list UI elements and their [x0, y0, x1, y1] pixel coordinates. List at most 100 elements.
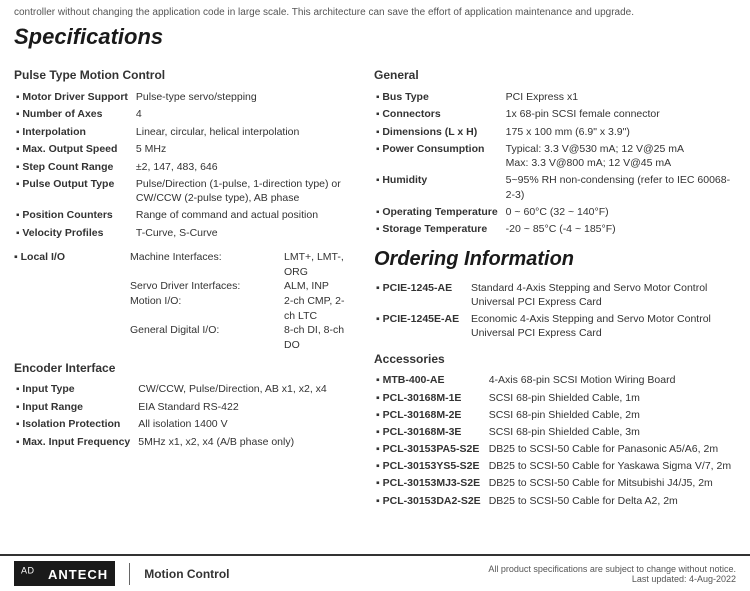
spec-value: Pulse-type servo/stepping — [134, 88, 354, 106]
encoder-spec-row: Max. Input Frequency5MHz x1, x2, x4 (A/B… — [14, 433, 354, 451]
spec-value: -20 ~ 85°C (-4 ~ 185°F) — [504, 221, 736, 239]
spec-label: Power Consumption — [374, 141, 504, 172]
accessory-label: PCL-30168M-3E — [374, 423, 487, 440]
spec-value: 4 — [134, 106, 354, 124]
spec-value: 5 MHz — [134, 141, 354, 159]
encoder-spec-row: Input TypeCW/CCW, Pulse/Direction, AB x1… — [14, 381, 354, 399]
encoder-spec-row: Input RangeEIA Standard RS-422 — [14, 398, 354, 416]
accessory-row: PCL-30168M-2ESCSI 68-pin Shielded Cable,… — [374, 406, 736, 423]
spec-value: 0 ~ 60°C (32 ~ 140°F) — [504, 203, 736, 221]
spec-label: Operating Temperature — [374, 203, 504, 221]
ordering-label: PCIE-1245-AE — [374, 279, 469, 310]
spec-label: Humidity — [374, 172, 504, 203]
general-spec-row: Bus TypePCI Express x1 — [374, 88, 736, 106]
spec-value: Range of command and actual position — [134, 207, 354, 225]
local-io-general: General Digital I/O: 8-ch DI, 8-ch DO — [130, 323, 354, 352]
accessory-value: SCSI 68-pin Shielded Cable, 2m — [487, 406, 736, 423]
footer-date: Last updated: 4-Aug-2022 — [632, 574, 736, 584]
general-spec-row: Power ConsumptionTypical: 3.3 V@530 mA; … — [374, 141, 736, 172]
accessory-value: DB25 to SCSI-50 Cable for Panasonic A5/A… — [487, 441, 736, 458]
accessory-row: PCL-30153YS5-S2EDB25 to SCSI-50 Cable fo… — [374, 458, 736, 475]
pulse-spec-row: Velocity ProfilesT-Curve, S-Curve — [14, 224, 354, 242]
specifications-title: Specifications — [14, 24, 736, 50]
footer-section-label: Motion Control — [144, 567, 229, 581]
spec-value: PCI Express x1 — [504, 88, 736, 106]
pulse-spec-row: Motor Driver SupportPulse-type servo/ste… — [14, 88, 354, 106]
spec-label: Max. Input Frequency — [14, 433, 136, 451]
accessory-label: PCL-30153DA2-S2E — [374, 492, 487, 509]
accessory-row: PCL-30153DA2-S2EDB25 to SCSI-50 Cable fo… — [374, 492, 736, 509]
accessory-row: PCL-30168M-1ESCSI 68-pin Shielded Cable,… — [374, 389, 736, 406]
spec-value: CW/CCW, Pulse/Direction, AB x1, x2, x4 — [136, 381, 354, 399]
general-section-heading: General — [374, 68, 736, 82]
encoder-spec-table: Input TypeCW/CCW, Pulse/Direction, AB x1… — [14, 381, 354, 451]
spec-label: Number of Axes — [14, 106, 134, 124]
accessory-row: PCL-30153PA5-S2EDB25 to SCSI-50 Cable fo… — [374, 441, 736, 458]
encoder-section-heading: Encoder Interface — [14, 361, 354, 375]
spec-value: 175 x 100 mm (6.9" x 3.9") — [504, 123, 736, 141]
accessories-table: MTB-400-AE4-Axis 68-pin SCSI Motion Wiri… — [374, 372, 736, 509]
general-spec-row: Dimensions (L x H)175 x 100 mm (6.9" x 3… — [374, 123, 736, 141]
left-column: Pulse Type Motion Control Motor Driver S… — [14, 60, 354, 509]
spec-value: 1x 68-pin SCSI female connector — [504, 106, 736, 124]
footer-notice: All product specifications are subject t… — [488, 564, 736, 574]
accessory-row: PCL-30168M-3ESCSI 68-pin Shielded Cable,… — [374, 423, 736, 440]
ordering-title: Ordering Information — [374, 248, 736, 271]
accessory-label: PCL-30153YS5-S2E — [374, 458, 487, 475]
accessory-value: SCSI 68-pin Shielded Cable, 1m — [487, 389, 736, 406]
spec-label: Motor Driver Support — [14, 88, 134, 106]
spec-label: Dimensions (L x H) — [374, 123, 504, 141]
pulse-spec-row: InterpolationLinear, circular, helical i… — [14, 123, 354, 141]
spec-label: Bus Type — [374, 88, 504, 106]
spec-value: Typical: 3.3 V@530 mA; 12 V@25 mAMax: 3.… — [504, 141, 736, 172]
local-io-block: ▪ Local I/O Machine Interfaces: LMT+, LM… — [14, 250, 354, 353]
pulse-spec-row: Step Count Range±2, 147, 483, 646 — [14, 158, 354, 176]
local-io-motion: Motion I/O: 2-ch CMP, 2-ch LTC — [130, 294, 354, 323]
accessory-value: DB25 to SCSI-50 Cable for Yaskawa Sigma … — [487, 458, 736, 475]
pulse-section-heading: Pulse Type Motion Control — [14, 68, 354, 82]
accessory-row: MTB-400-AE4-Axis 68-pin SCSI Motion Wiri… — [374, 372, 736, 389]
accessory-label: PCL-30153MJ3-S2E — [374, 475, 487, 492]
spec-value: 5~95% RH non-condensing (refer to IEC 60… — [504, 172, 736, 203]
ordering-value: Standard 4-Axis Stepping and Servo Motor… — [469, 279, 736, 310]
right-column: General Bus TypePCI Express x1Connectors… — [374, 60, 736, 509]
accessory-value: DB25 to SCSI-50 Cable for Delta A2, 2m — [487, 492, 736, 509]
general-spec-row: Storage Temperature-20 ~ 85°C (-4 ~ 185°… — [374, 221, 736, 239]
footer: AD ANTECH Motion Control All product spe… — [0, 554, 750, 591]
spec-value: All isolation 1400 V — [136, 416, 354, 434]
pulse-spec-table: Motor Driver SupportPulse-type servo/ste… — [14, 88, 354, 242]
spec-value: ±2, 147, 483, 646 — [134, 158, 354, 176]
spec-value: Linear, circular, helical interpolation — [134, 123, 354, 141]
advantech-logo: AD ANTECH — [14, 561, 115, 586]
spec-label: Storage Temperature — [374, 221, 504, 239]
pulse-spec-row: Pulse Output TypePulse/Direction (1-puls… — [14, 176, 354, 207]
accessory-label: PCL-30153PA5-S2E — [374, 441, 487, 458]
footer-left: AD ANTECH Motion Control — [14, 561, 230, 586]
spec-value: EIA Standard RS-422 — [136, 398, 354, 416]
spec-label: Isolation Protection — [14, 416, 136, 434]
spec-label: Step Count Range — [14, 158, 134, 176]
spec-value: T-Curve, S-Curve — [134, 224, 354, 242]
spec-label: Pulse Output Type — [14, 176, 134, 207]
ordering-row: PCIE-1245E-AEEconomic 4-Axis Stepping an… — [374, 311, 736, 342]
accessory-label: MTB-400-AE — [374, 372, 487, 389]
ordering-value: Economic 4-Axis Stepping and Servo Motor… — [469, 311, 736, 342]
pulse-spec-row: Position CountersRange of command and ac… — [14, 207, 354, 225]
spec-value: 5MHz x1, x2, x4 (A/B phase only) — [136, 433, 354, 451]
general-spec-row: Operating Temperature0 ~ 60°C (32 ~ 140°… — [374, 203, 736, 221]
accessory-row: PCL-30153MJ3-S2EDB25 to SCSI-50 Cable fo… — [374, 475, 736, 492]
intro-text: controller without changing the applicat… — [0, 0, 750, 24]
encoder-spec-row: Isolation ProtectionAll isolation 1400 V — [14, 416, 354, 434]
accessory-value: SCSI 68-pin Shielded Cable, 3m — [487, 423, 736, 440]
accessories-heading: Accessories — [374, 352, 736, 366]
pulse-spec-row: Max. Output Speed5 MHz — [14, 141, 354, 159]
accessory-value: DB25 to SCSI-50 Cable for Mitsubishi J4/… — [487, 475, 736, 492]
accessory-label: PCL-30168M-2E — [374, 406, 487, 423]
spec-label: Interpolation — [14, 123, 134, 141]
general-spec-row: Humidity5~95% RH non-condensing (refer t… — [374, 172, 736, 203]
ordering-label: PCIE-1245E-AE — [374, 311, 469, 342]
general-spec-table: Bus TypePCI Express x1Connectors1x 68-pi… — [374, 88, 736, 238]
spec-label: Connectors — [374, 106, 504, 124]
ordering-row: PCIE-1245-AEStandard 4-Axis Stepping and… — [374, 279, 736, 310]
ordering-table: PCIE-1245-AEStandard 4-Axis Stepping and… — [374, 279, 736, 342]
